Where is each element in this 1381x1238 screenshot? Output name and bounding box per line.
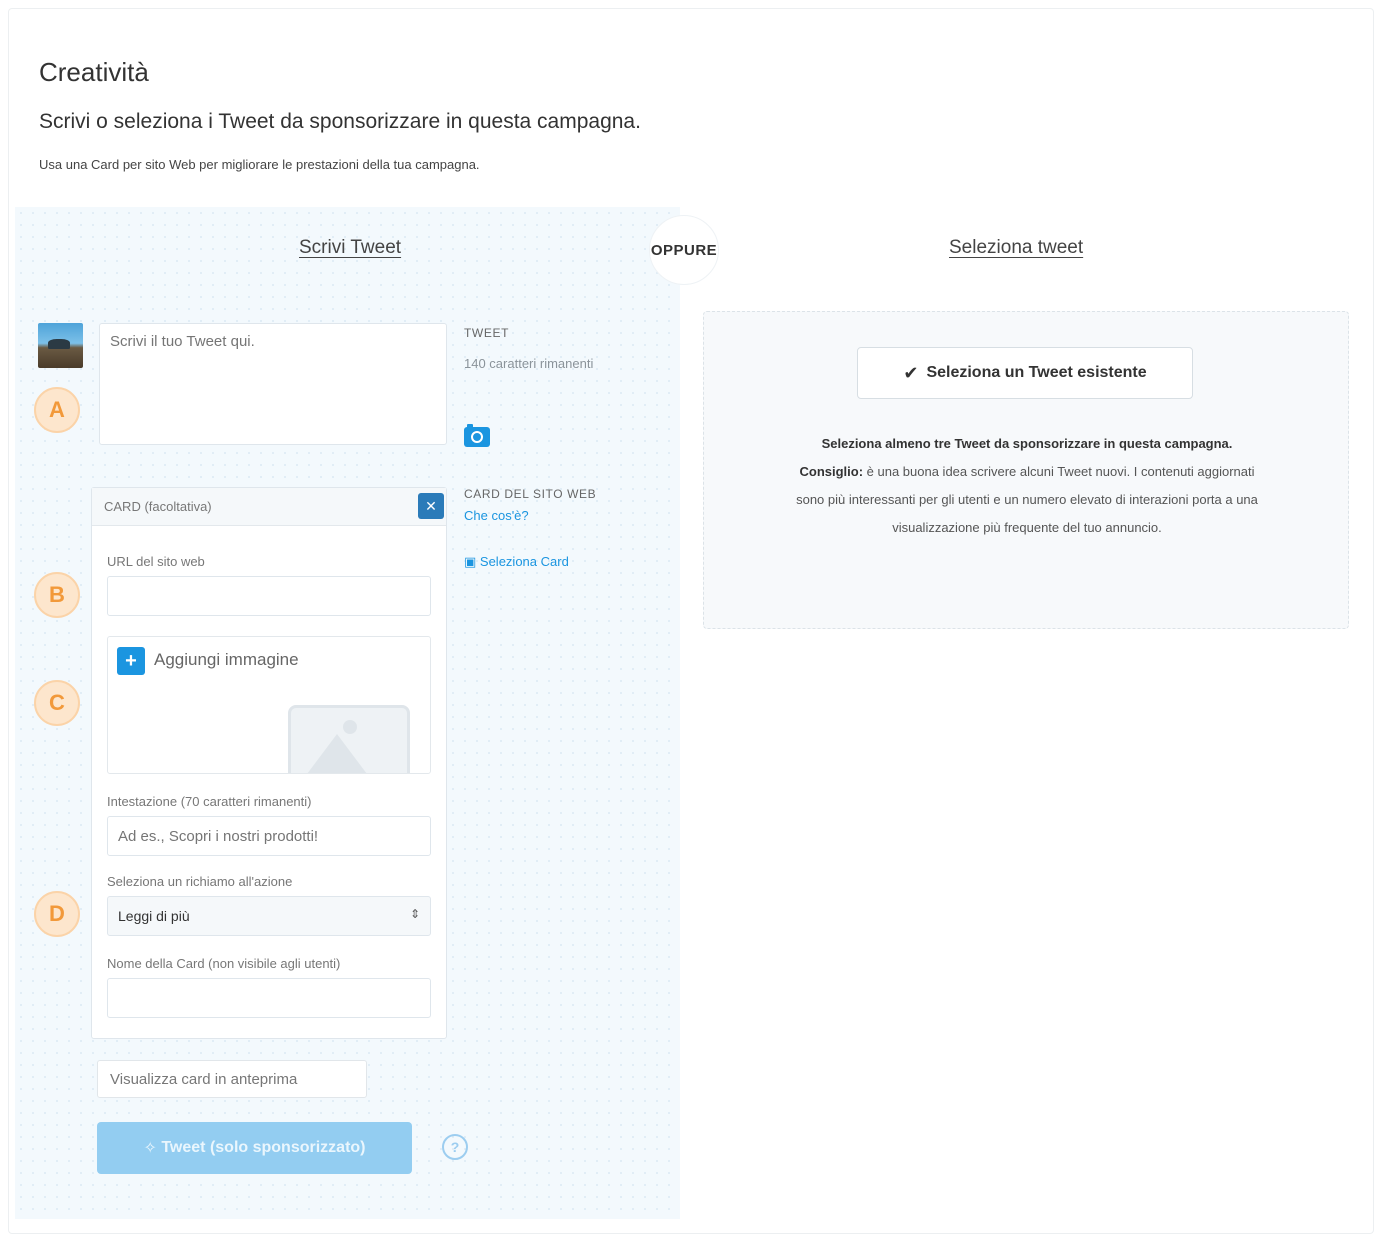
select-arrows-icon: ⇕ bbox=[409, 907, 420, 921]
select-panel-tip: Consiglio: è una buona idea scrivere alc… bbox=[794, 458, 1260, 542]
help-icon[interactable]: ? bbox=[442, 1134, 468, 1160]
step-badge-c: C bbox=[34, 680, 80, 726]
card-name-input[interactable] bbox=[107, 978, 431, 1018]
plus-icon[interactable]: + bbox=[117, 647, 145, 675]
tip-label: Consiglio: bbox=[799, 464, 864, 479]
add-image-label[interactable]: Aggiungi immagine bbox=[154, 650, 299, 670]
headline-input[interactable] bbox=[107, 816, 431, 856]
image-placeholder-icon bbox=[288, 705, 410, 773]
step-badge-a: A bbox=[34, 387, 80, 433]
select-tweet-panel: ✔ Seleziona un Tweet esistente Seleziona… bbox=[703, 311, 1349, 629]
select-card-link[interactable]: ▣ Seleziona Card bbox=[464, 554, 569, 570]
url-input[interactable] bbox=[107, 576, 431, 616]
card-icon: ▣ bbox=[464, 554, 480, 569]
chars-remaining: 140 caratteri rimanenti bbox=[464, 356, 594, 371]
card-header: CARD (facoltativa) ✕ bbox=[92, 488, 446, 526]
what-is-link[interactable]: Che cos'è? bbox=[464, 508, 529, 523]
step-badge-b: B bbox=[34, 572, 80, 618]
user-avatar bbox=[38, 323, 83, 368]
website-card-label: CARD DEL SITO WEB bbox=[464, 487, 597, 501]
tab-select-tweet[interactable]: Seleziona tweet bbox=[949, 237, 1083, 259]
preview-card-button[interactable]: Visualizza card in anteprima bbox=[97, 1060, 367, 1098]
creative-section: Creatività Scrivi o seleziona i Tweet da… bbox=[8, 8, 1374, 1234]
or-divider: OPPURE bbox=[649, 215, 719, 285]
select-panel-text: Seleziona almeno tre Tweet da sponsorizz… bbox=[794, 430, 1260, 542]
tweet-button[interactable]: ✧ Tweet (solo sponsorizzato) bbox=[97, 1122, 412, 1174]
select-existing-tweet-button[interactable]: ✔ Seleziona un Tweet esistente bbox=[857, 347, 1193, 399]
cta-label: Seleziona un richiamo all'azione bbox=[107, 874, 293, 889]
image-upload-area[interactable]: + Aggiungi immagine bbox=[107, 636, 431, 774]
camera-icon[interactable] bbox=[464, 424, 490, 447]
close-icon[interactable]: ✕ bbox=[418, 493, 444, 519]
select-existing-label: Seleziona un Tweet esistente bbox=[926, 364, 1147, 381]
tweet-text-input[interactable] bbox=[99, 323, 447, 445]
tweet-icon: ✧ bbox=[143, 1140, 162, 1157]
headline-label: Intestazione (70 caratteri rimanenti) bbox=[107, 794, 312, 809]
tweet-button-label: Tweet (solo sponsorizzato) bbox=[161, 1139, 366, 1156]
cta-select[interactable]: Leggi di più ⇕ bbox=[107, 896, 431, 936]
card-form: CARD (facoltativa) ✕ URL del sito web + … bbox=[91, 487, 447, 1039]
tweet-label: TWEET bbox=[464, 326, 509, 340]
checkmark-icon: ✔ bbox=[903, 362, 919, 383]
tab-write-tweet[interactable]: Scrivi Tweet bbox=[299, 237, 401, 259]
select-panel-line1: Seleziona almeno tre Tweet da sponsorizz… bbox=[821, 436, 1233, 451]
page-title: Creatività bbox=[39, 57, 149, 87]
card-name-label: Nome della Card (non visibile agli utent… bbox=[107, 956, 341, 971]
tip-text: è una buona idea scrivere alcuni Tweet n… bbox=[796, 464, 1258, 535]
select-card-label: Seleziona Card bbox=[479, 554, 569, 569]
card-header-title: CARD (facoltativa) bbox=[104, 499, 212, 514]
page-note: Usa una Card per sito Web per migliorare… bbox=[39, 157, 480, 172]
url-label: URL del sito web bbox=[107, 554, 205, 569]
cta-value: Leggi di più bbox=[118, 908, 190, 924]
step-badge-d: D bbox=[34, 891, 80, 937]
page-subtitle: Scrivi o seleziona i Tweet da sponsorizz… bbox=[39, 110, 641, 133]
